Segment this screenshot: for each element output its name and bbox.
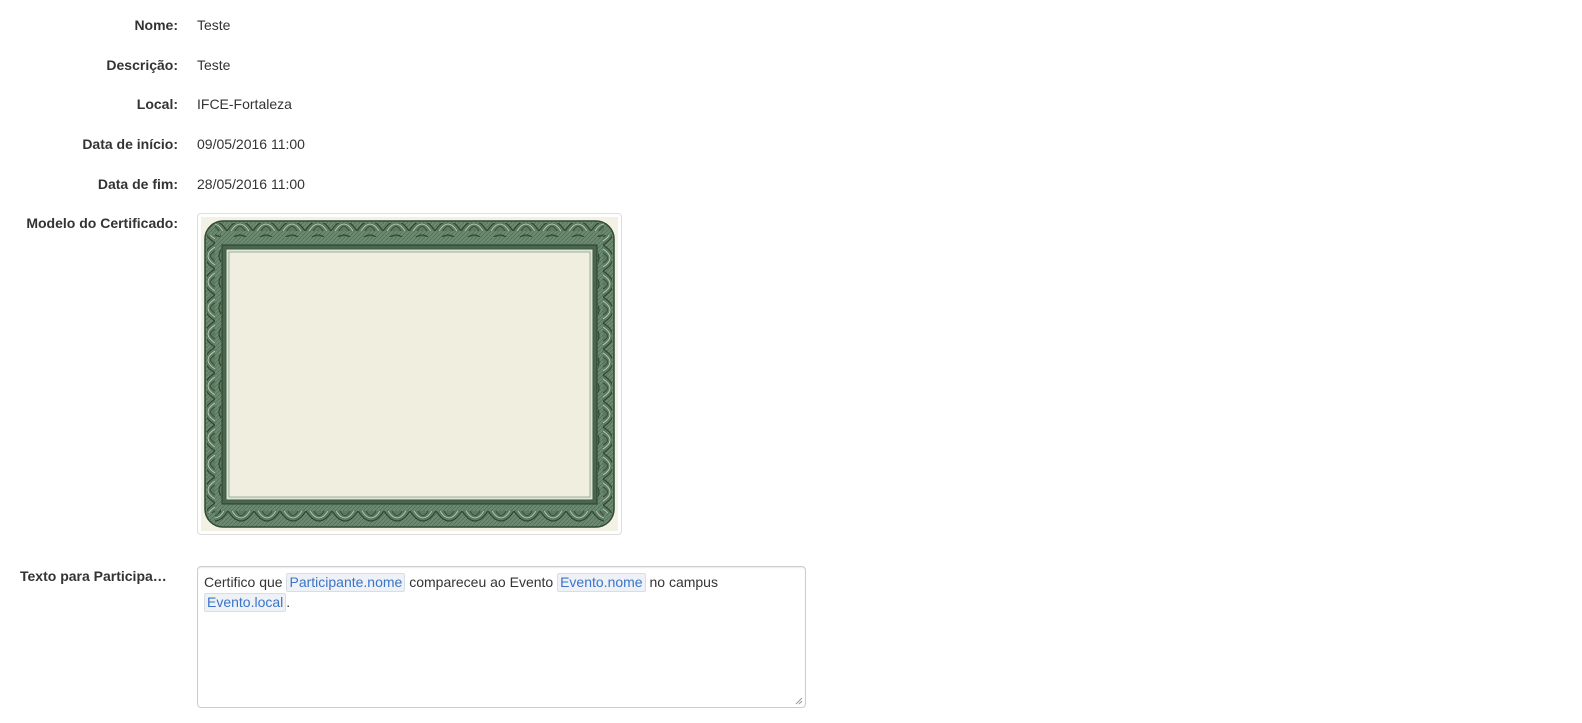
participant-text-editor[interactable]: Certifico que Participante.nome comparec… xyxy=(197,566,806,708)
certificate-thumbnail[interactable] xyxy=(197,213,622,535)
variable-tag-evento-nome[interactable]: Evento.nome xyxy=(557,573,646,592)
field-row-data-fim: Data de fim: 28/05/2016 11:00 xyxy=(0,174,900,194)
field-row-data-inicio: Data de início: 09/05/2016 11:00 xyxy=(0,134,900,154)
field-row-nome: Nome: Teste xyxy=(0,15,900,35)
field-label-local: Local: xyxy=(136,96,178,112)
variable-tag-evento-local[interactable]: Evento.local xyxy=(204,593,287,612)
field-label-nome: Nome: xyxy=(134,17,178,33)
field-value-data-inicio: 09/05/2016 11:00 xyxy=(197,136,305,152)
field-label-modelo-certificado: Modelo do Certificado: xyxy=(26,215,178,231)
editor-text: no campus xyxy=(645,574,718,590)
field-value-descricao: Teste xyxy=(197,57,231,73)
editor-text: compareceu ao Evento xyxy=(405,574,558,590)
field-label-descricao: Descrição: xyxy=(106,57,178,73)
field-label-texto-participante: Texto para Participante: xyxy=(20,568,172,584)
editor-text: . xyxy=(286,594,291,610)
field-value-nome: Teste xyxy=(197,17,231,33)
field-value-data-fim: 28/05/2016 11:00 xyxy=(197,176,305,192)
certificate-image xyxy=(201,217,618,531)
field-value-local: IFCE-Fortaleza xyxy=(197,96,292,112)
field-label-data-fim: Data de fim: xyxy=(97,176,178,192)
resize-grip-icon[interactable] xyxy=(795,697,803,705)
editor-text: Certifico que xyxy=(204,574,287,590)
field-row-descricao: Descrição: Teste xyxy=(0,55,900,75)
field-row-local: Local: IFCE-Fortaleza xyxy=(0,94,900,114)
field-label-data-inicio: Data de início: xyxy=(82,136,178,152)
variable-tag-participante-nome[interactable]: Participante.nome xyxy=(286,573,406,592)
